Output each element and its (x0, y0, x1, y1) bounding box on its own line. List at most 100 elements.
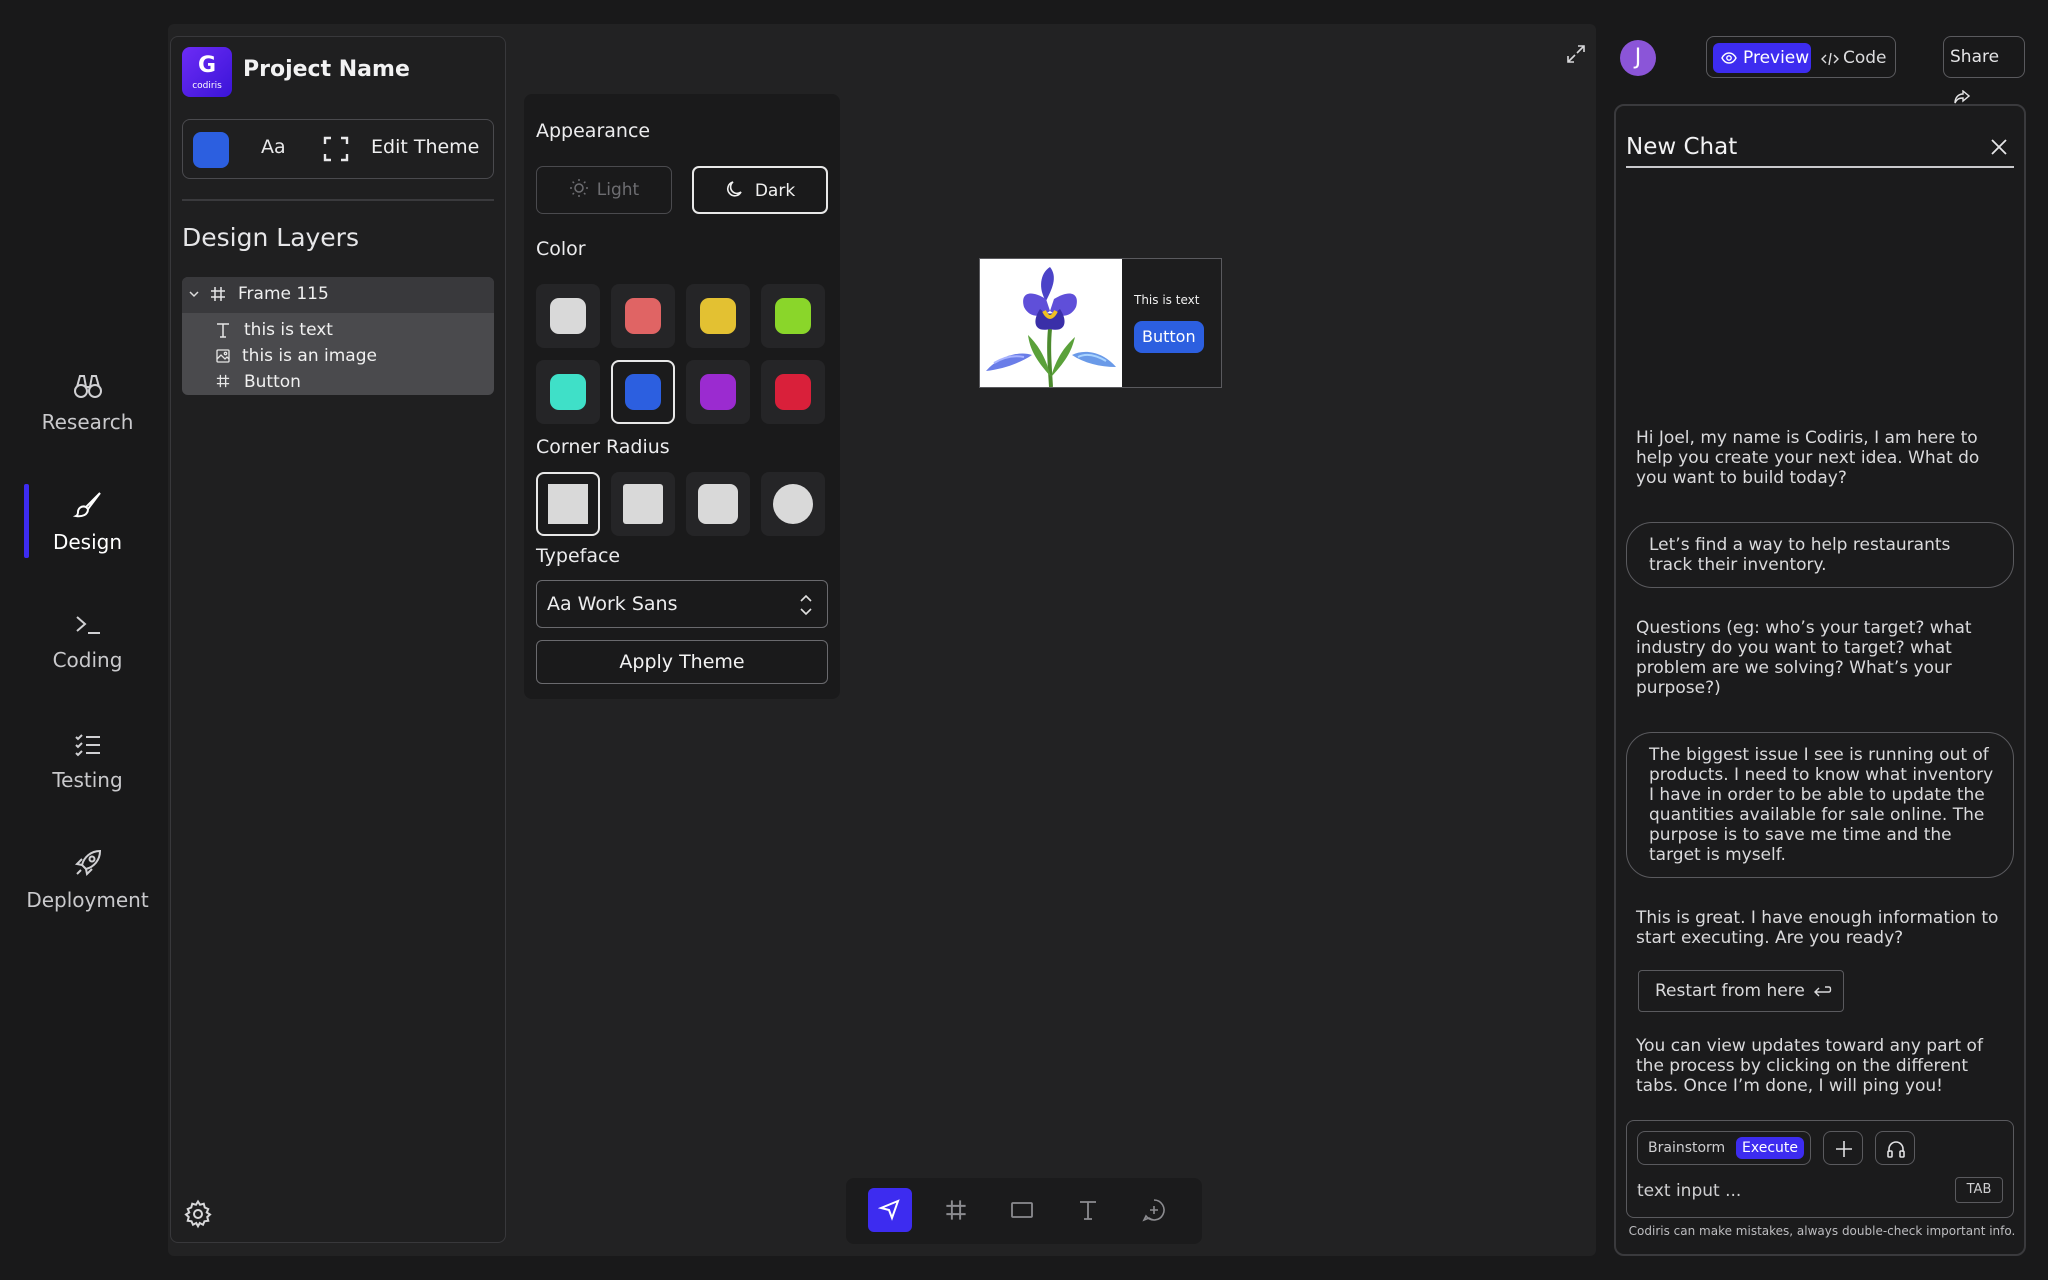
add-attachment-button[interactable] (1823, 1131, 1863, 1165)
brainstorm-mode-button[interactable]: Brainstorm (1648, 1140, 1725, 1156)
nav-item-coding[interactable]: Coding (0, 612, 175, 672)
iris-image[interactable] (980, 259, 1122, 387)
title-underline (1626, 166, 2014, 168)
disclaimer: Codiris can make mistakes, always double… (1628, 1224, 2016, 1238)
layer-item-button[interactable]: Button (216, 372, 301, 392)
settings-gear-icon[interactable] (183, 1199, 213, 1229)
divider (182, 199, 494, 201)
radius-preview (773, 484, 813, 524)
checklist-icon (74, 734, 100, 757)
color-option[interactable] (761, 360, 825, 424)
layer-item-image[interactable]: this is an image (216, 346, 377, 366)
layer-item-text[interactable]: this is text (217, 320, 333, 340)
color-option[interactable] (611, 284, 675, 348)
layers-title: Design Layers (182, 223, 359, 252)
theme-panel: Appearance Light Dark Color Corner Radiu… (524, 94, 840, 699)
apply-theme-button[interactable]: Apply Theme (536, 640, 828, 684)
text-tool-button[interactable] (1066, 1188, 1110, 1232)
color-dot (700, 298, 736, 334)
frame-115-preview[interactable]: This is text Button (979, 258, 1222, 388)
assistant-message: Hi Joel, my name is Codiris, I am here t… (1636, 428, 1980, 488)
light-mode-button[interactable]: Light (536, 166, 672, 214)
chat-text-input[interactable] (1637, 1179, 1937, 1203)
layer-label: this is an image (242, 346, 377, 366)
app-logo: G codiris (182, 47, 232, 97)
color-option[interactable] (686, 360, 750, 424)
frame-icon (211, 287, 225, 301)
color-option-selected[interactable] (611, 360, 675, 424)
select-tool-button[interactable] (868, 1188, 912, 1232)
cursor-arrow-icon (877, 1199, 900, 1221)
nav-item-testing[interactable]: Testing (0, 732, 175, 792)
chat-input-box: Brainstorm Execute TAB (1626, 1120, 2014, 1218)
nav-label: Coding (52, 648, 123, 672)
plus-icon (1836, 1141, 1852, 1157)
color-option[interactable] (536, 284, 600, 348)
project-name[interactable]: Project Name (243, 57, 410, 82)
radius-option-medium[interactable] (686, 472, 750, 536)
nav-label: Testing (52, 768, 123, 792)
terminal-icon (75, 616, 100, 634)
mode-toggle: Brainstorm Execute (1637, 1131, 1811, 1165)
user-message: Let’s find a way to help restaurants tra… (1626, 522, 2014, 588)
nav-label: Research (41, 410, 134, 434)
voice-button[interactable] (1875, 1131, 1915, 1165)
execute-mode-button[interactable]: Execute (1736, 1137, 1804, 1159)
chevron-down-icon[interactable] (189, 290, 199, 298)
tab-hint: TAB (1955, 1177, 2003, 1203)
nav-item-deployment[interactable]: Deployment (0, 848, 175, 912)
radius-preview (698, 484, 738, 524)
binoculars-icon (73, 375, 102, 398)
layer-label: this is text (244, 320, 333, 340)
color-dot (625, 374, 661, 410)
share-arrow-icon (1954, 89, 1971, 104)
restart-from-here-button[interactable]: Restart from here (1638, 970, 1844, 1012)
nav-item-design[interactable]: Design (0, 490, 175, 554)
layers-panel: G codiris Project Name Aa Edit Theme Des… (170, 36, 506, 1243)
edit-theme-button[interactable]: Edit Theme (371, 136, 479, 158)
preview-label: Preview (1743, 48, 1810, 68)
code-icon (1821, 52, 1839, 66)
color-option[interactable] (686, 284, 750, 348)
light-label: Light (596, 180, 640, 200)
iris-illustration (980, 259, 1122, 387)
return-arrow-icon (1814, 986, 1832, 997)
chevron-updown-icon (800, 594, 812, 616)
dark-mode-button[interactable]: Dark (692, 166, 828, 214)
nav-item-research[interactable]: Research (0, 372, 175, 434)
card-button[interactable]: Button (1134, 321, 1204, 353)
preview-tab[interactable]: Preview (1713, 43, 1811, 73)
nav-label: Design (52, 530, 123, 554)
dark-label: Dark (754, 181, 796, 201)
frame-select-icon[interactable] (323, 136, 349, 162)
rectangle-tool-button[interactable] (1000, 1188, 1044, 1232)
sun-icon (569, 179, 588, 197)
headphones-icon (1887, 1141, 1905, 1158)
corner-radius-title: Corner Radius (536, 436, 670, 458)
radius-option-small[interactable] (611, 472, 675, 536)
code-tab[interactable]: Code (1819, 43, 1887, 73)
color-dot (625, 298, 661, 334)
radius-preview (623, 484, 663, 524)
logo-text: codiris (192, 81, 222, 91)
user-avatar[interactable]: J (1620, 40, 1656, 76)
theme-color-swatch[interactable] (193, 132, 229, 168)
radius-option-full[interactable] (761, 472, 825, 536)
radius-option-none[interactable] (536, 472, 600, 536)
close-icon[interactable] (1990, 138, 2008, 156)
restart-label: Restart from here (1655, 981, 1805, 1001)
moon-icon (726, 181, 742, 197)
layer-frame-row[interactable]: Frame 115 (182, 277, 494, 313)
font-button[interactable]: Aa (261, 136, 286, 158)
color-dot (700, 374, 736, 410)
expand-icon[interactable] (1566, 44, 1586, 64)
share-button[interactable]: Share (1943, 36, 2025, 104)
color-option[interactable] (761, 284, 825, 348)
comment-tool-button[interactable] (1132, 1188, 1176, 1232)
typeface-select[interactable]: Aa Work Sans (536, 580, 828, 628)
image-layer-icon (216, 349, 230, 363)
card-text: This is text (1134, 293, 1200, 307)
frame-tool-button[interactable] (934, 1188, 978, 1232)
color-option[interactable] (536, 360, 600, 424)
assistant-message: This is great. I have enough information… (1636, 908, 1999, 948)
